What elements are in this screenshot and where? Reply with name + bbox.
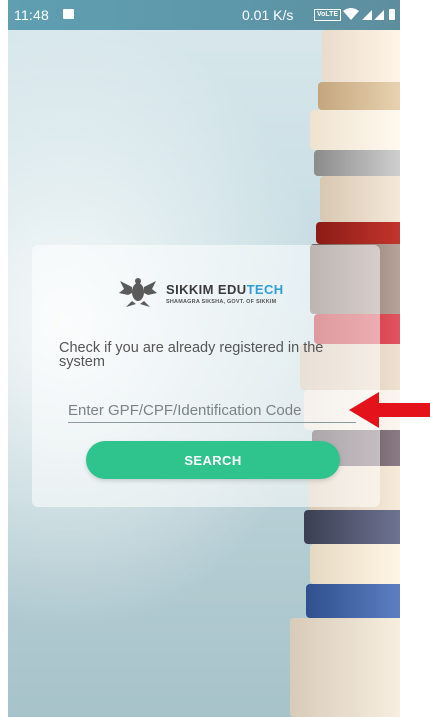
- logo-title-accent: TECH: [246, 282, 284, 297]
- phone-screen: 11:48 0.01 K/s VoLTE SIKKIM EDUTECH SHAM…: [8, 0, 400, 717]
- emblem-icon: [119, 278, 157, 307]
- wifi-icon: [343, 8, 359, 20]
- logo-subtitle: SHAMAGRA SIKSHA, GOVT. OF SIKKIM: [166, 299, 277, 305]
- status-time: 11:48: [14, 7, 49, 23]
- search-button[interactable]: SEARCH: [86, 441, 340, 479]
- image-notification-icon: [63, 9, 74, 19]
- signal-icon: [374, 10, 384, 20]
- status-icons: [342, 8, 398, 25]
- arrow-annotation-icon: [349, 392, 430, 428]
- registration-prompt: Check if you are already registered in t…: [59, 340, 324, 370]
- network-speed: 0.01 K/s: [242, 7, 294, 23]
- gpf-code-input[interactable]: [68, 398, 356, 423]
- logo-title-main: SIKKIM EDU: [166, 282, 247, 297]
- signal-icon: [362, 10, 372, 20]
- registration-card: SIKKIM EDUTECH SHAMAGRA SIKSHA, GOVT. OF…: [32, 245, 380, 507]
- status-bar: 11:48 0.01 K/s VoLTE: [8, 0, 400, 30]
- logo-title: SIKKIM EDUTECH: [166, 282, 284, 297]
- volte-badge: VoLTE: [314, 9, 342, 21]
- sikkim-edutech-logo: SIKKIM EDUTECH SHAMAGRA SIKSHA, GOVT. OF…: [118, 275, 293, 311]
- battery-icon: [389, 9, 395, 20]
